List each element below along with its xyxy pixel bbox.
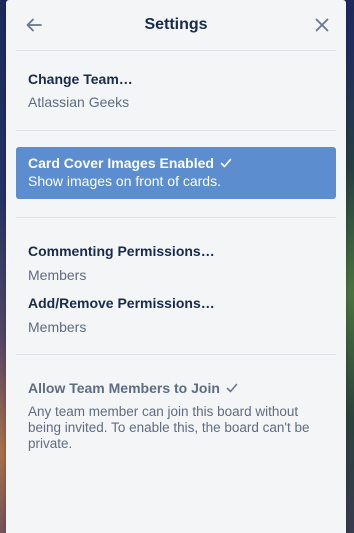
arrow-left-icon xyxy=(26,18,42,32)
settings-panel: Settings Change Team… Atlassian Geeks Ca… xyxy=(6,0,346,533)
change-team-item[interactable]: Change Team… Atlassian Geeks xyxy=(16,51,336,111)
team-section: Change Team… Atlassian Geeks xyxy=(16,51,336,131)
commenting-permissions-value: Members xyxy=(28,267,87,283)
change-team-label: Change Team… xyxy=(28,71,133,87)
close-icon xyxy=(315,18,329,32)
allow-team-join-label: Allow Team Members to Join xyxy=(28,380,220,396)
commenting-permissions-label: Commenting Permissions… xyxy=(28,243,215,259)
add-remove-permissions-value: Members xyxy=(28,319,87,335)
panel-header: Settings xyxy=(16,0,336,51)
back-button[interactable] xyxy=(23,14,45,36)
close-button[interactable] xyxy=(311,14,333,36)
allow-team-join-item: Allow Team Members to Join Any team memb… xyxy=(16,355,336,452)
allow-team-join-description: Any team member can join this board with… xyxy=(28,404,310,451)
add-remove-permissions-item[interactable]: Add/Remove Permissions… Members xyxy=(16,284,336,336)
card-cover-description: Show images on front of cards. xyxy=(28,173,221,189)
team-join-section: Allow Team Members to Join Any team memb… xyxy=(16,355,336,452)
panel-title: Settings xyxy=(144,16,208,33)
check-icon xyxy=(226,383,238,393)
card-cover-toggle[interactable]: Card Cover Images Enabled Show images on… xyxy=(16,147,336,199)
add-remove-permissions-label: Add/Remove Permissions… xyxy=(28,295,215,311)
team-name: Atlassian Geeks xyxy=(28,94,130,110)
card-cover-label: Card Cover Images Enabled xyxy=(28,155,214,171)
check-icon xyxy=(220,158,232,168)
card-cover-section: Card Cover Images Enabled Show images on… xyxy=(16,131,336,218)
permissions-section: Commenting Permissions… Members Add/Remo… xyxy=(16,218,336,355)
commenting-permissions-item[interactable]: Commenting Permissions… Members xyxy=(16,218,336,284)
